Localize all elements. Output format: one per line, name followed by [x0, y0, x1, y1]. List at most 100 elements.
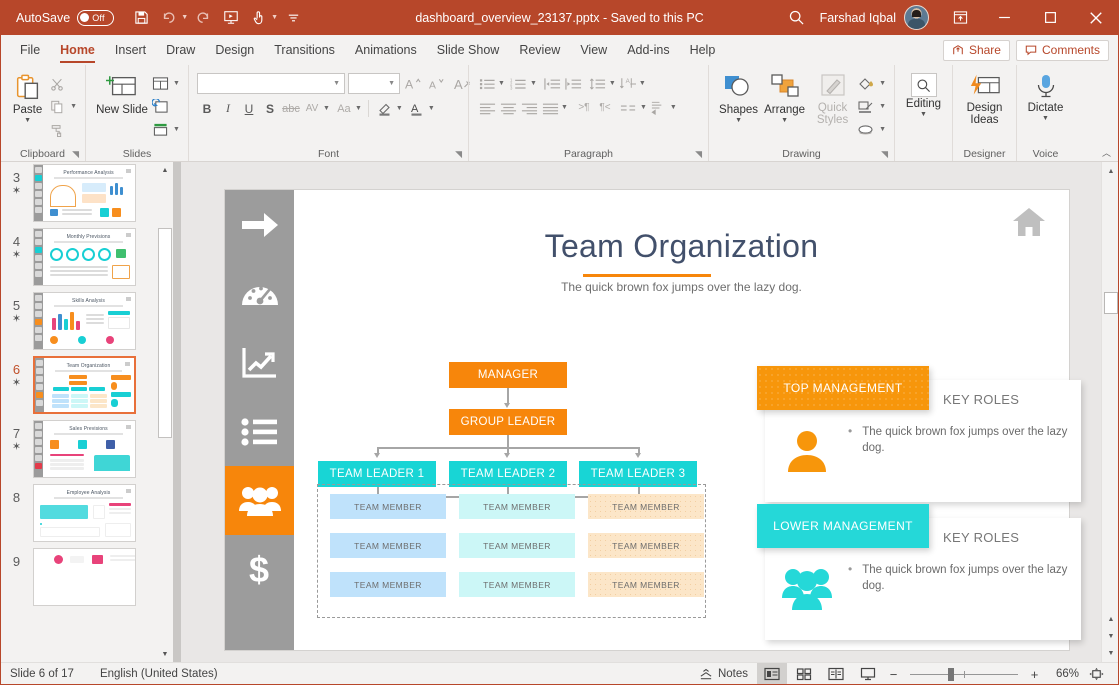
shapes-button[interactable]: Shapes ▼: [717, 70, 760, 125]
node-manager[interactable]: MANAGER: [449, 362, 567, 388]
dictate-button[interactable]: Dictate ▼: [1025, 70, 1066, 123]
font-color-icon[interactable]: A: [407, 99, 427, 118]
italic-button[interactable]: I: [218, 99, 238, 118]
arrange-button[interactable]: Arrange ▼: [760, 70, 809, 125]
dictate-dropdown-icon[interactable]: ▼: [1042, 115, 1049, 123]
member-c3-r1[interactable]: TEAM MEMBER: [588, 494, 704, 519]
thumbnail-image[interactable]: Team Organization: [33, 356, 136, 414]
card-tab-label[interactable]: LOWER MANAGEMENT: [757, 504, 929, 548]
justify-icon[interactable]: [540, 98, 560, 117]
tab-animations[interactable]: Animations: [345, 35, 427, 65]
start-presentation-icon[interactable]: [218, 5, 244, 30]
drawing-dialog-launcher[interactable]: ◥: [881, 149, 888, 160]
cut-button[interactable]: [47, 73, 77, 94]
align-left-icon[interactable]: [477, 98, 497, 117]
zoom-track[interactable]: [910, 667, 1018, 681]
shape-fill-dropdown-icon[interactable]: ▼: [879, 80, 886, 87]
strikethrough-button[interactable]: abc: [281, 99, 301, 118]
font-color-dropdown-icon[interactable]: ▼: [428, 105, 435, 112]
fit-to-window-button[interactable]: [1081, 663, 1111, 685]
tab-transitions[interactable]: Transitions: [264, 35, 345, 65]
left-to-right-icon[interactable]: >¶: [574, 98, 594, 117]
tab-view[interactable]: View: [570, 35, 617, 65]
tab-design[interactable]: Design: [205, 35, 264, 65]
columns-list-dropdown-icon[interactable]: ▼: [640, 104, 647, 111]
font-size-input[interactable]: ▼: [348, 73, 400, 94]
thumbnail-slide-8[interactable]: 8 Employee Analysis: [0, 478, 173, 542]
tab-file[interactable]: File: [10, 35, 50, 65]
editing-button[interactable]: Editing ▼: [903, 70, 944, 119]
font-size-dropdown-icon[interactable]: ▼: [388, 80, 395, 87]
change-case-button[interactable]: Aa: [334, 99, 354, 118]
scroll-thumb[interactable]: [1104, 292, 1118, 314]
tab-insert[interactable]: Insert: [105, 35, 156, 65]
section-button[interactable]: ▼: [150, 119, 180, 140]
member-c1-r3[interactable]: TEAM MEMBER: [330, 572, 446, 597]
zoom-level-label[interactable]: 66%: [1045, 668, 1079, 680]
collapse-ribbon-icon[interactable]: ︿: [1102, 146, 1111, 159]
slide-counter[interactable]: Slide 6 of 17: [10, 668, 74, 680]
align-text-dropdown-icon[interactable]: ▼: [670, 104, 677, 111]
thumbnail-image[interactable]: Performance Analysis: [33, 164, 136, 222]
thumbnail-slide-5[interactable]: 5 ✶ Skills Analysis: [0, 286, 173, 350]
undo-dropdown-icon[interactable]: ▼: [181, 14, 188, 21]
member-c3-r3[interactable]: TEAM MEMBER: [588, 572, 704, 597]
ribbon-display-options-icon[interactable]: [939, 0, 981, 35]
arrange-dropdown-icon[interactable]: ▼: [781, 117, 788, 125]
thumbnail-scroll-thumb[interactable]: [158, 228, 172, 438]
member-c1-r1[interactable]: TEAM MEMBER: [330, 494, 446, 519]
user-name[interactable]: Farshad Iqbal: [820, 11, 896, 25]
new-slide-button[interactable]: New Slide: [94, 70, 150, 116]
undo-icon[interactable]: [156, 5, 182, 30]
zoom-in-button[interactable]: +: [1026, 667, 1043, 682]
character-spacing-dropdown-icon[interactable]: ▼: [323, 105, 330, 112]
copy-dropdown-icon[interactable]: ▼: [70, 103, 77, 110]
font-name-dropdown-icon[interactable]: ▼: [333, 80, 340, 87]
autosave-control[interactable]: AutoSave Off: [16, 9, 115, 26]
text-highlight-color-icon[interactable]: [375, 99, 395, 118]
thumbnail-scroll-track[interactable]: [157, 178, 173, 646]
bullets-dropdown-icon[interactable]: ▼: [498, 80, 505, 87]
shape-fill-button[interactable]: ▼: [856, 73, 886, 94]
maximize-button[interactable]: [1027, 0, 1073, 35]
thumbnail-image[interactable]: Sales Previsions: [33, 420, 136, 478]
shape-outline-dropdown-icon[interactable]: ▼: [879, 103, 886, 110]
slide-subtitle[interactable]: The quick brown fox jumps over the lazy …: [294, 280, 1069, 294]
increase-indent-icon[interactable]: [564, 74, 584, 93]
zoom-slider[interactable]: [910, 667, 1018, 681]
redo-icon[interactable]: [190, 5, 216, 30]
slide-scrollbar[interactable]: ▲ ▲ ▼ ▼: [1101, 162, 1119, 662]
numbering-dropdown-icon[interactable]: ▼: [530, 80, 537, 87]
current-slide[interactable]: $ Team Organization The quick brown fox …: [225, 190, 1081, 650]
pane-splitter[interactable]: [173, 162, 181, 662]
columns-dropdown-icon[interactable]: ▼: [561, 104, 568, 111]
slide-editing-area[interactable]: $ Team Organization The quick brown fox …: [181, 162, 1101, 662]
close-button[interactable]: [1073, 0, 1119, 35]
thumbnail-image[interactable]: Skills Analysis: [33, 292, 136, 350]
thumbnail-image[interactable]: Monthly Previsions: [33, 228, 136, 286]
increase-font-size-icon[interactable]: A: [403, 74, 423, 93]
copy-button[interactable]: ▼: [47, 96, 77, 117]
thumbnail-scroll-down-button[interactable]: ▼: [157, 646, 173, 662]
text-direction-icon[interactable]: A: [618, 74, 638, 93]
autosave-toggle[interactable]: Off: [77, 9, 115, 26]
numbering-icon[interactable]: 123: [509, 74, 529, 93]
thumbnail-slide-9[interactable]: 9: [0, 542, 173, 606]
thumbnail-slide-6[interactable]: 6 ✶ Team Organization: [0, 350, 173, 414]
highlight-dropdown-icon[interactable]: ▼: [396, 105, 403, 112]
card-tab-label[interactable]: TOP MANAGEMENT: [757, 366, 929, 410]
paragraph-dialog-launcher[interactable]: ◥: [695, 149, 702, 160]
thumbnail-scroll-up-button[interactable]: ▲: [157, 162, 173, 178]
tab-add-ins[interactable]: Add-ins: [617, 35, 679, 65]
character-spacing-button[interactable]: AV: [302, 99, 322, 118]
card-lower-management[interactable]: LOWER MANAGEMENT KEY ROLES • The quick b…: [757, 504, 1081, 640]
thumbnail-slide-3[interactable]: 3 ✶ Performance Analysis: [0, 162, 173, 222]
section-dropdown-icon[interactable]: ▼: [173, 126, 180, 133]
shape-effects-button[interactable]: ▼: [856, 119, 886, 140]
member-c1-r2[interactable]: TEAM MEMBER: [330, 533, 446, 558]
align-right-icon[interactable]: [519, 98, 539, 117]
zoom-knob[interactable]: [948, 667, 954, 681]
shape-outline-button[interactable]: ▼: [856, 96, 886, 117]
line-spacing-icon[interactable]: [588, 74, 608, 93]
shape-effects-dropdown-icon[interactable]: ▼: [879, 126, 886, 133]
